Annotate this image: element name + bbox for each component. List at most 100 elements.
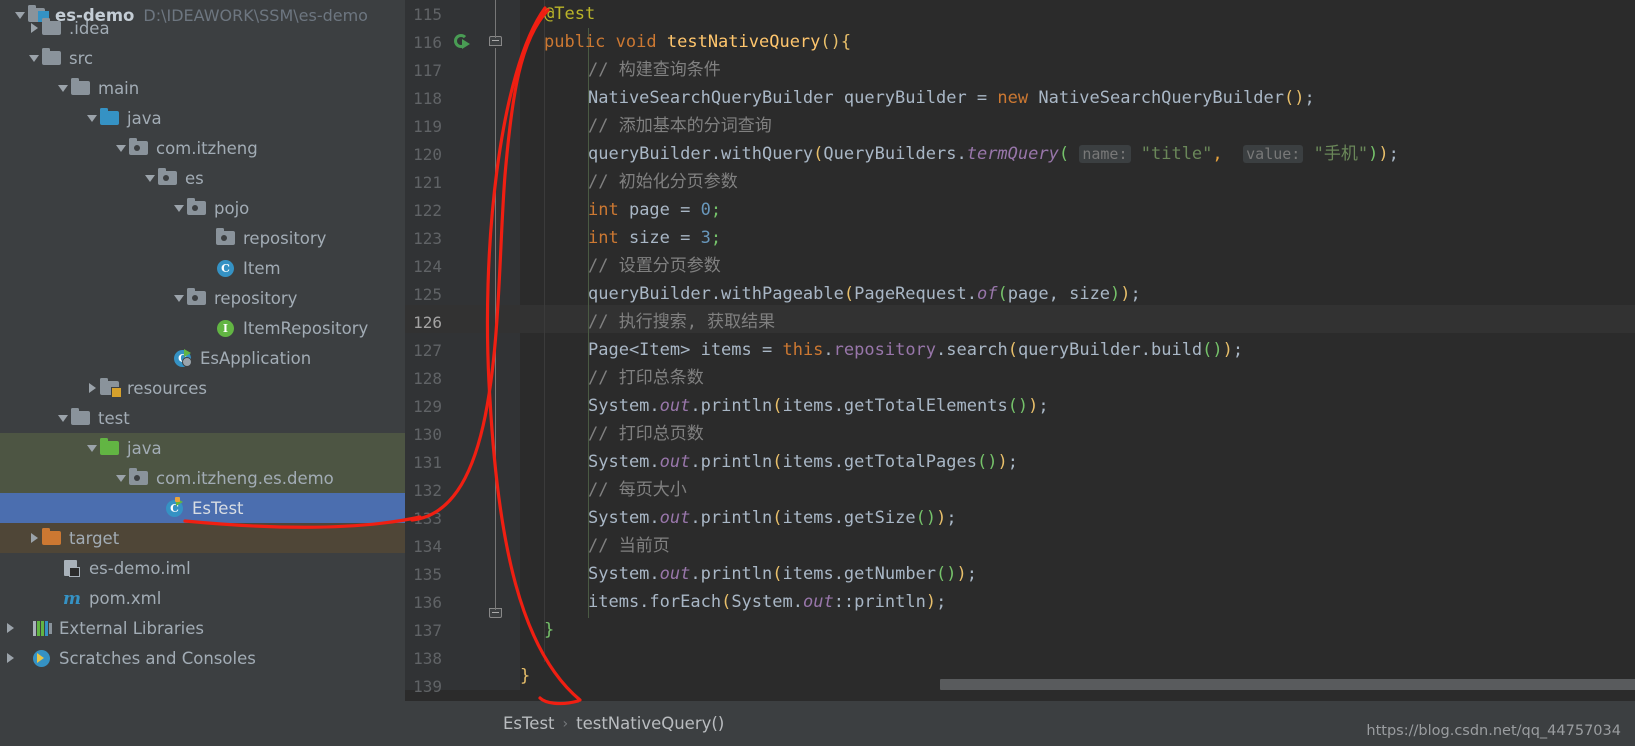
tree-item-label: pojo	[214, 198, 250, 218]
code-line-134[interactable]: // 当前页	[588, 532, 670, 560]
chevron-down-icon[interactable]	[57, 411, 71, 425]
code-line-131[interactable]: System.out.println(items.getTotalPages()…	[588, 448, 1018, 476]
tree-row-repository[interactable]: repository	[0, 283, 297, 313]
tree-row-es-demo-iml[interactable]: es-demo.iml	[0, 553, 191, 583]
tree-item-label: .idea	[69, 18, 110, 38]
line-number-current: 126	[413, 313, 442, 332]
code-line-125[interactable]: queryBuilder.withPageable(PageRequest.of…	[588, 280, 1141, 308]
project-tool-window[interactable]: es-demo D:\IDEAWORK\SSM\es-demo .idea sr…	[0, 0, 405, 746]
chevron-down-icon[interactable]	[115, 471, 129, 485]
chevron-down-icon[interactable]	[115, 141, 129, 155]
line-number: 136	[413, 593, 442, 612]
chevron-down-icon[interactable]	[173, 201, 187, 215]
tree-row-com-itzheng-es-demo[interactable]: com.itzheng.es.demo	[0, 463, 405, 493]
tree-row-pojo-repository[interactable]: repository	[0, 223, 326, 253]
tree-item-label: target	[69, 528, 120, 548]
code-line-121[interactable]: // 初始化分页参数	[588, 168, 738, 196]
line-number: 139	[413, 677, 442, 696]
tree-row-test[interactable]: test	[0, 403, 130, 433]
param-hint-value: value:	[1243, 145, 1304, 163]
code-line-130[interactable]: // 打印总页数	[588, 420, 704, 448]
tree-row-main-java[interactable]: java	[0, 103, 162, 133]
tree-row-idea[interactable]: .idea	[0, 13, 110, 43]
tree-item-label: resources	[127, 378, 207, 398]
folder-orange-excluded-icon	[42, 528, 62, 547]
chevron-down-icon[interactable]	[28, 51, 42, 65]
tree-row-com-itzheng[interactable]: com.itzheng	[0, 133, 258, 163]
code-line-135[interactable]: System.out.println(items.getNumber());	[588, 560, 977, 588]
tree-row-test-java[interactable]: java	[0, 433, 405, 463]
line-number: 123	[413, 229, 442, 248]
fold-region-line	[495, 48, 496, 610]
tree-row-es-application[interactable]: C EsApplication	[0, 343, 311, 373]
horizontal-scrollbar-track[interactable]	[520, 679, 1635, 690]
tree-row-es[interactable]: es	[0, 163, 204, 193]
chevron-down-icon[interactable]	[57, 81, 71, 95]
code-line-129[interactable]: System.out.println(items.getTotalElement…	[588, 392, 1049, 420]
code-line-128[interactable]: // 打印总条数	[588, 364, 704, 392]
code-line-136[interactable]: items.forEach(System.out::println);	[588, 588, 946, 616]
breadcrumb-class[interactable]: EsTest	[503, 714, 555, 733]
line-number: 134	[413, 537, 442, 556]
chevron-right-icon[interactable]	[4, 621, 18, 635]
tree-row-estest-selected[interactable]: C EsTest	[0, 493, 405, 523]
code-editor[interactable]: 115 116 117 118 119 120 121 122 123 124 …	[405, 0, 1635, 746]
code-line-132[interactable]: // 每页大小	[588, 476, 687, 504]
code-line-133[interactable]: System.out.println(items.getSize());	[588, 504, 957, 532]
folder-gray-icon	[42, 18, 62, 37]
tree-item-label: External Libraries	[59, 618, 204, 638]
indent-guide	[544, 0, 545, 662]
folder-gray-icon	[71, 78, 91, 97]
code-text-area[interactable]: @Test public void testNativeQuery(){ // …	[520, 0, 1635, 690]
param-hint-name: name:	[1079, 145, 1131, 163]
code-line-116[interactable]: public void testNativeQuery(){	[544, 28, 851, 56]
folder-gray-icon	[71, 408, 91, 427]
chevron-right-icon[interactable]	[4, 651, 18, 665]
line-number: 122	[413, 201, 442, 220]
breadcrumb-method[interactable]: testNativeQuery()	[576, 714, 724, 733]
chevron-right-icon[interactable]	[86, 381, 100, 395]
fold-region-line	[495, 0, 496, 38]
tree-row-src[interactable]: src	[0, 43, 93, 73]
code-line-126[interactable]: // 执行搜索, 获取结果	[588, 308, 775, 336]
tree-item-label: Scratches and Consoles	[59, 648, 256, 668]
code-line-117[interactable]: // 构建查询条件	[588, 56, 721, 84]
code-line-124[interactable]: // 设置分页参数	[588, 252, 721, 280]
tree-row-item-class[interactable]: C Item	[0, 253, 281, 283]
line-number: 115	[413, 5, 442, 24]
horizontal-scrollbar-thumb[interactable]	[940, 679, 1635, 690]
code-line-115[interactable]: @Test	[544, 0, 595, 28]
code-line-118[interactable]: NativeSearchQueryBuilder queryBuilder = …	[588, 84, 1315, 112]
tree-row-item-repository[interactable]: I ItemRepository	[0, 313, 368, 343]
tree-row-pojo[interactable]: pojo	[0, 193, 249, 223]
tree-item-label: java	[127, 438, 162, 458]
editor-gutter[interactable]: 115 116 117 118 119 120 121 122 123 124 …	[405, 0, 520, 696]
chevron-right-icon[interactable]	[28, 21, 42, 35]
chevron-down-icon[interactable]	[86, 441, 100, 455]
chevron-down-icon[interactable]	[144, 171, 158, 185]
tree-row-scratches-and-consoles[interactable]: Scratches and Consoles	[0, 643, 256, 673]
breadcrumb[interactable]: EsTest › testNativeQuery() https://blog.…	[405, 701, 1635, 746]
tree-row-main[interactable]: main	[0, 73, 139, 103]
line-number: 119	[413, 117, 442, 136]
run-test-gutter-icon[interactable]	[454, 34, 472, 52]
tree-row-external-libraries[interactable]: External Libraries	[0, 613, 204, 643]
folder-blue-source-icon	[100, 108, 120, 127]
code-line-123[interactable]: int size = 3;	[588, 224, 721, 252]
code-line-120[interactable]: queryBuilder.withQuery(QueryBuilders.ter…	[588, 140, 1399, 168]
chevron-down-icon[interactable]	[173, 291, 187, 305]
line-number: 116	[413, 33, 442, 52]
tree-item-label: repository	[214, 288, 298, 308]
chevron-down-icon[interactable]	[86, 111, 100, 125]
code-line-122[interactable]: int page = 0;	[588, 196, 721, 224]
code-line-137[interactable]: }	[544, 616, 554, 644]
tree-row-pom-xml[interactable]: m pom.xml	[0, 583, 161, 613]
chevron-right-icon[interactable]	[28, 531, 42, 545]
code-line-127[interactable]: Page<Item> items = this.repository.searc…	[588, 336, 1243, 364]
breadcrumb-separator-icon: ›	[562, 715, 569, 732]
code-line-119[interactable]: // 添加基本的分词查询	[588, 112, 772, 140]
tree-row-resources[interactable]: resources	[0, 373, 207, 403]
spring-boot-class-icon: C	[173, 349, 193, 367]
tree-row-target[interactable]: target	[0, 523, 405, 553]
folder-gray-icon	[42, 48, 62, 67]
